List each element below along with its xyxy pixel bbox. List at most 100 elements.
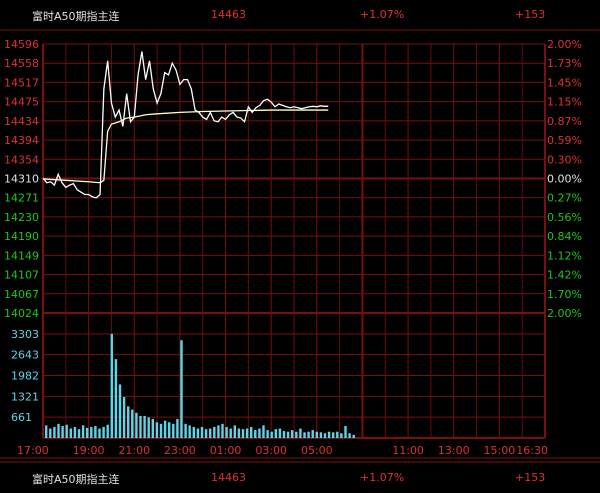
volume-bar [233,425,236,438]
right-tick-label: 1.70% [547,288,582,301]
volume-bar [217,425,220,438]
volume-bar [159,423,163,438]
volume-tick-label: 661 [11,411,32,424]
volume-bar [229,428,232,438]
volume-tick-label: 1982 [11,370,39,383]
volume-bar [69,428,72,438]
left-tick-label: 14149 [4,249,39,262]
volume-bar [139,415,142,438]
volume-bar [237,428,241,438]
change-percent-footer: +1.07% [360,471,405,484]
volume-bar [163,420,167,438]
left-tick-label: 14107 [4,269,39,282]
volume-bar [45,425,48,438]
volume-bar [286,431,290,438]
left-tick-label: 14024 [4,307,39,320]
volume-bar [118,384,122,438]
volume-bar [94,426,97,438]
volume-bar [213,426,216,438]
volume-bar [323,433,327,438]
volume-bar [57,423,60,438]
volume-bar [122,397,126,438]
time-tick-label: 16:30 [516,444,548,457]
volume-bar [254,430,257,438]
left-tick-label: 14190 [4,230,39,243]
volume-bar [77,429,81,438]
right-tick-label: 0.59% [547,134,582,147]
volume-bar [53,426,56,438]
volume-bar [311,430,314,438]
volume-bar [327,431,331,438]
right-tick-label: 0.84% [547,230,582,243]
volume-bar [299,428,302,438]
volume-bar [278,428,282,438]
bottom-quote-bar: 富时A50期指主连 14463 +1.07% +153 [0,463,600,493]
right-tick-label: 1.15% [547,96,582,109]
volume-bar [274,429,277,438]
volume-bar [295,431,298,438]
volume-bar [291,430,294,438]
right-tick-label: 2.00% [547,38,582,51]
right-tick-label: 1.42% [547,269,582,282]
volume-bar [184,423,187,438]
volume-bar [65,424,68,438]
volume-bar [319,432,323,438]
volume-bar [110,333,113,438]
left-tick-label: 14517 [4,76,39,89]
volume-bar [98,428,101,438]
right-tick-label: 2.00% [547,307,582,320]
volume-bar [270,431,273,438]
left-tick-label: 14558 [4,57,39,70]
volume-bar [200,426,204,438]
instrument-name-footer: 富时A50期指主连 [32,473,120,486]
volume-bar [221,423,224,438]
volume-bar [262,425,265,438]
volume-bar [135,412,138,438]
volume-bar [192,426,195,438]
left-tick-label: 14271 [4,192,39,205]
time-tick-label: 13:00 [438,444,470,457]
volume-bar [143,415,146,438]
volume-bar [172,423,175,438]
right-tick-label: 1.73% [547,57,582,70]
volume-bar [340,433,343,438]
right-tick-label: 1.45% [547,76,582,89]
volume-bar [81,425,85,438]
time-tick-label: 15:00 [484,444,516,457]
volume-bar [336,431,339,438]
volume-bar [127,406,130,438]
volume-bar [307,431,310,438]
volume-bar [315,431,318,438]
last-price-footer: 14463 [211,471,246,484]
intraday-chart: 14596 14558 14517 14475 14434 14394 14354 14310… [0,29,600,463]
right-tick-label: 0.56% [547,211,582,224]
volume-bar [204,429,208,438]
time-tick-label: 03:00 [255,444,287,457]
time-tick-label: 17:00 [17,444,49,457]
left-tick-label: 14394 [4,134,39,147]
right-tick-label: 0.87% [547,115,582,128]
left-tick-label: 14434 [4,115,39,128]
volume-bar [73,426,77,438]
left-tick-label: 14310 [4,173,39,186]
volume-bar [241,429,245,438]
right-tick-label: 1.12% [547,249,582,262]
volume-bar [114,359,118,438]
time-tick-label: 19:00 [73,444,105,457]
right-tick-label: 0.27% [547,192,582,205]
time-tick-label: 11:00 [392,444,424,457]
left-tick-label: 14230 [4,211,39,224]
left-tick-label: 14354 [4,153,39,166]
volume-bar [282,431,286,438]
volume-bar [344,426,347,438]
right-tick-label: 0.00% [547,173,582,186]
volume-bar [266,430,269,438]
volume-bar [61,426,64,438]
volume-bar [348,433,351,438]
volume-tick-label: 2643 [11,349,39,362]
right-tick-label: 0.30% [547,153,582,166]
time-tick-label: 01:00 [210,444,242,457]
left-tick-label: 14475 [4,96,39,109]
volume-tick-label: 1321 [11,390,39,403]
volume-bar [250,426,253,438]
